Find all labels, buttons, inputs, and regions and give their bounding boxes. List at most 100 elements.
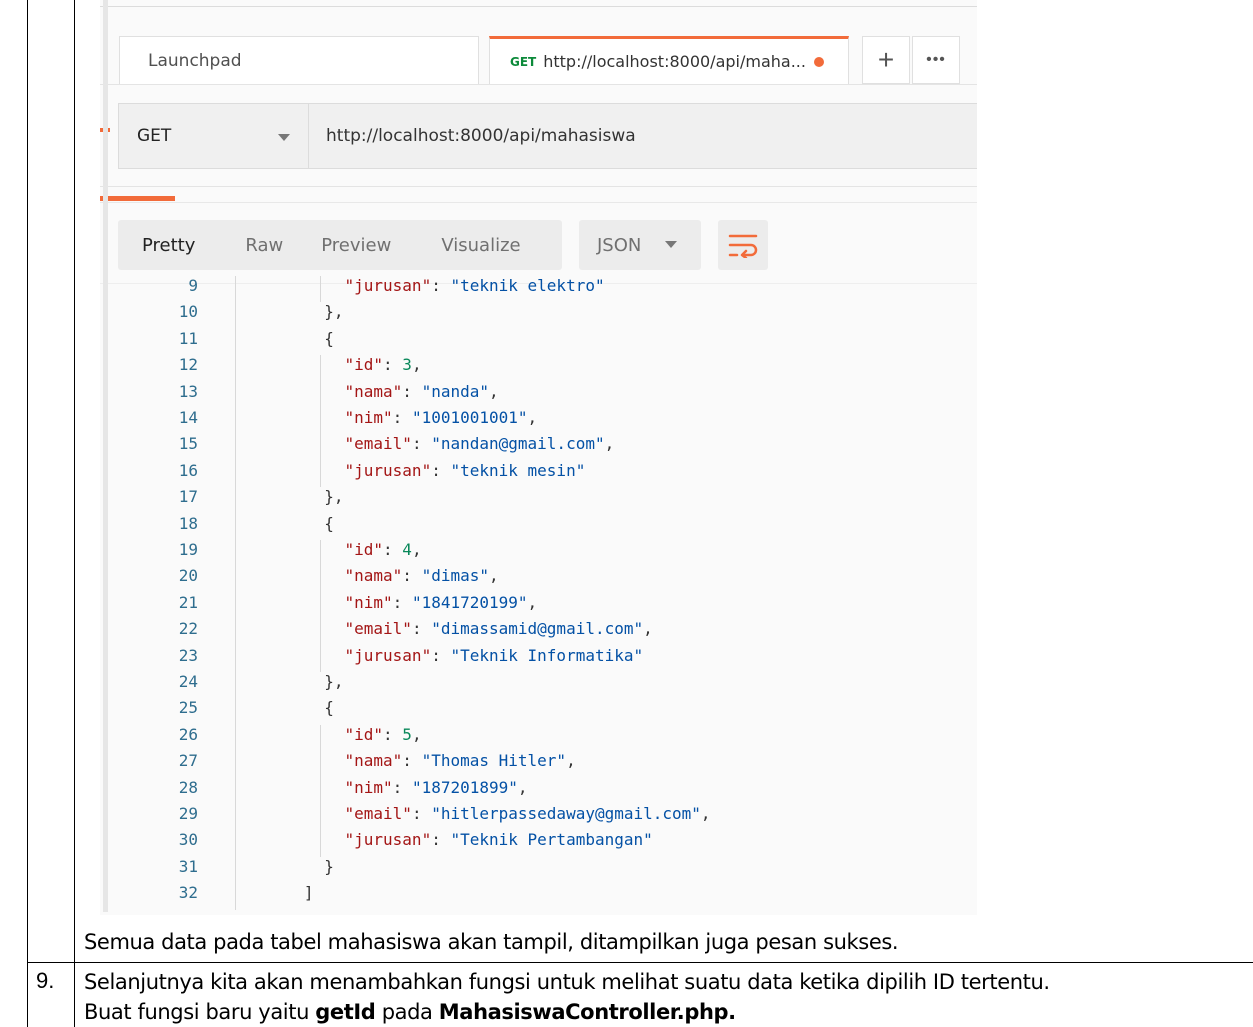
code-line: 11 {	[100, 328, 977, 356]
code-text: }	[324, 856, 334, 876]
indent-guide	[235, 355, 236, 382]
step-text-line1: Selanjutnya kita akan menambahkan fungsi…	[84, 970, 1050, 994]
chevron-down-icon	[278, 134, 290, 141]
chevron-down-icon	[665, 241, 677, 248]
more-tabs-button[interactable]: •••	[912, 36, 960, 84]
panel-divider	[100, 186, 977, 187]
code-line: 15 "email": "nandan@gmail.com",	[100, 434, 977, 461]
code-text: "id": 5,	[344, 724, 422, 744]
code-text: "nama": "nanda",	[344, 381, 499, 401]
indent-guide	[320, 804, 321, 831]
ellipsis-icon: •••	[926, 51, 946, 68]
indent-guide	[235, 566, 236, 593]
code-line: 23 "jurusan": "Teknik Informatika"	[100, 645, 977, 672]
indent-guide	[235, 804, 236, 831]
indent-guide	[320, 540, 321, 567]
indent-guide	[235, 276, 236, 303]
indent-guide	[235, 460, 236, 488]
tab-launchpad[interactable]: Launchpad	[119, 36, 479, 84]
indent-guide	[235, 645, 236, 672]
code-text: "jurusan": "teknik mesin"	[344, 460, 586, 480]
line-number: 19	[178, 540, 198, 559]
method-select[interactable]: GET	[118, 103, 309, 169]
code-text: "email": "nandan@gmail.com",	[344, 434, 615, 454]
line-number: 15	[178, 434, 198, 454]
document-caption: Semua data pada tabel mahasiswa akan tam…	[84, 930, 899, 954]
view-tab-pretty[interactable]: Pretty	[118, 235, 195, 256]
tab-launchpad-label: Launchpad	[148, 50, 242, 71]
url-input[interactable]: http://localhost:8000/api/mahasiswa	[309, 103, 977, 169]
indent-guide	[235, 381, 236, 408]
line-number: 29	[178, 804, 198, 823]
code-text: "jurusan": "Teknik Pertambangan"	[344, 830, 653, 850]
line-number: 18	[178, 513, 198, 533]
indent-guide	[320, 408, 321, 435]
code-text: {	[324, 328, 334, 348]
line-number: 12	[178, 355, 198, 375]
url-input-value: http://localhost:8000/api/mahasiswa	[326, 126, 636, 146]
step-text-mid: pada	[375, 1000, 439, 1024]
code-line: 9 "jurusan": "teknik elektro"	[100, 276, 977, 303]
code-line: 12 "id": 3,	[100, 355, 977, 382]
indent-guide	[235, 302, 236, 329]
indent-guide	[320, 381, 321, 408]
code-text: },	[324, 487, 344, 507]
plus-icon: +	[877, 44, 895, 75]
indent-guide	[235, 487, 236, 514]
view-tab-raw[interactable]: Raw	[195, 235, 283, 256]
table-row-divider	[27, 962, 1253, 963]
line-number: 25	[178, 698, 198, 718]
code-line: 24},	[100, 672, 977, 699]
tab-request-title: http://localhost:8000/api/maha...	[543, 52, 806, 71]
line-number: 30	[178, 830, 198, 850]
screenshot-left-edge	[103, 0, 108, 912]
active-section-indicator	[100, 196, 175, 201]
indent-guide	[320, 592, 321, 620]
view-tab-visualize[interactable]: Visualize	[391, 235, 520, 256]
new-tab-button[interactable]: +	[862, 36, 910, 84]
line-number: 17	[178, 487, 198, 507]
code-line: 14 "nim": "1001001001",	[100, 408, 977, 435]
indent-guide	[320, 645, 321, 672]
response-view-tabs: Pretty Raw Preview Visualize	[118, 220, 562, 270]
indent-guide	[320, 777, 321, 804]
method-select-value: GET	[137, 126, 172, 146]
code-text: "nama": "Thomas Hitler",	[344, 751, 576, 771]
line-number: 11	[178, 328, 198, 348]
indent-guide	[320, 460, 321, 488]
code-line: 13 "nama": "nanda",	[100, 381, 977, 408]
indent-guide	[235, 408, 236, 435]
code-text: ]	[303, 883, 314, 903]
format-select[interactable]: JSON	[579, 220, 701, 270]
indent-guide	[235, 592, 236, 620]
code-text: "nim": "1001001001",	[344, 408, 538, 427]
wrap-lines-button[interactable]	[718, 220, 768, 270]
code-line: 19 "id": 4,	[100, 540, 977, 567]
code-line: 29 "email": "hitlerpassedaway@gmail.com",	[100, 804, 977, 831]
code-line: 22 "email": "dimassamid@gmail.com",	[100, 619, 977, 646]
indent-guide	[320, 830, 321, 857]
line-number: 21	[178, 592, 198, 612]
view-tab-preview[interactable]: Preview	[283, 235, 391, 256]
code-text: "nama": "dimas",	[344, 566, 499, 586]
code-text: {	[324, 513, 334, 533]
step-number: 9.	[36, 968, 55, 993]
code-text: "jurusan": "Teknik Informatika"	[344, 645, 644, 665]
line-number: 23	[178, 645, 198, 665]
line-number: 14	[178, 408, 198, 427]
line-number: 24	[178, 672, 198, 691]
code-text: "email": "dimassamid@gmail.com",	[344, 619, 653, 639]
tab-active-request[interactable]: GET http://localhost:8000/api/maha...	[489, 36, 849, 84]
format-select-value: JSON	[597, 234, 642, 256]
line-number: 22	[178, 619, 198, 639]
indent-guide	[235, 672, 236, 699]
indent-guide	[320, 276, 321, 303]
indent-guide	[320, 724, 321, 752]
code-line: 16 "jurusan": "teknik mesin"	[100, 460, 977, 488]
indent-guide	[320, 434, 321, 461]
code-line: 28 "nim": "187201899",	[100, 777, 977, 804]
indent-guide	[235, 883, 236, 910]
code-line: 25 {	[100, 698, 977, 725]
code-line: 20 "nama": "dimas",	[100, 566, 977, 593]
controller-file-name: MahasiswaController.php.	[438, 1000, 736, 1024]
